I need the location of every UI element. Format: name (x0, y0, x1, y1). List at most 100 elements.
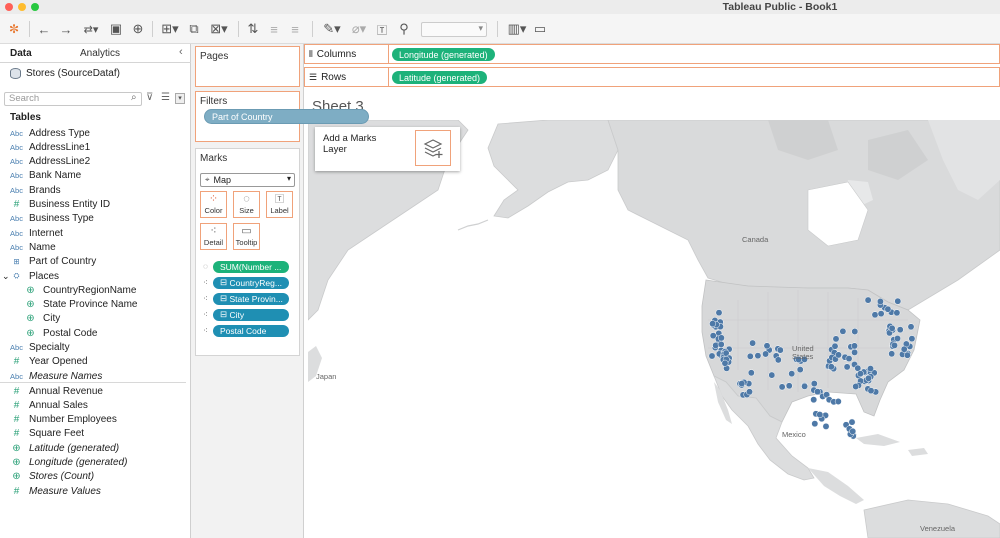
field-item[interactable]: # Year Opened (0, 355, 190, 369)
fit-dropdown[interactable] (421, 22, 487, 37)
field-item[interactable]: Abc Bank Name (0, 169, 190, 183)
field-item[interactable]: # Business Entity ID (0, 198, 190, 212)
tooltip-button[interactable]: ▭ Tooltip (233, 223, 260, 250)
store-mark[interactable] (900, 345, 908, 353)
field-item[interactable]: ⊕ State Province Name (0, 298, 190, 312)
store-mark[interactable] (835, 351, 842, 359)
mark-pill-country-region[interactable]: ⊟ CountryReg... (213, 276, 289, 289)
store-mark[interactable] (871, 311, 879, 319)
columns-pill-longitude[interactable]: Longitude (generated) (392, 48, 495, 61)
field-item[interactable]: ⊕ Longitude (generated) (0, 456, 190, 470)
store-mark[interactable] (788, 370, 796, 378)
mark-type-dropdown[interactable]: ⌖ Map (200, 173, 295, 187)
store-mark[interactable] (839, 327, 847, 335)
store-mark[interactable] (848, 418, 856, 426)
color-button[interactable]: ⁘ Color (200, 191, 227, 218)
tab-analytics[interactable]: Analytics (80, 48, 120, 59)
pages-shelf[interactable]: Pages (195, 46, 300, 87)
duplicate-sheet-icon[interactable]: ⧉ (186, 20, 202, 38)
presentation-mode-icon[interactable]: ▭ (532, 20, 548, 38)
clear-sheet-icon[interactable]: ⊠▾ (207, 20, 231, 38)
search-input[interactable]: Search (4, 92, 142, 106)
rows-pill-latitude[interactable]: Latitude (generated) (392, 71, 488, 84)
swap-rows-columns-icon[interactable]: ⇅ (245, 20, 261, 38)
store-mark[interactable] (746, 352, 754, 360)
search-icon[interactable]: ⌕ (131, 92, 137, 103)
field-item[interactable]: # Square Feet (0, 427, 190, 441)
field-item[interactable]: # Annual Revenue (0, 384, 190, 398)
pin-axes-icon[interactable]: ⚲ (396, 20, 412, 38)
store-mark[interactable] (851, 342, 858, 350)
store-mark[interactable] (801, 382, 809, 390)
add-layer-icon[interactable] (415, 130, 451, 166)
store-mark[interactable] (832, 335, 840, 343)
dragged-filter-pill[interactable]: Part of Country (204, 109, 369, 124)
store-mark[interactable] (774, 356, 782, 364)
store-mark[interactable] (864, 296, 872, 304)
filter-icon[interactable]: ⊽ (146, 92, 153, 103)
store-mark[interactable] (888, 350, 896, 358)
store-mark[interactable] (908, 335, 916, 343)
store-mark[interactable] (796, 366, 804, 374)
store-mark[interactable] (747, 369, 755, 377)
field-item[interactable]: ⊕ Postal Code (0, 326, 190, 340)
group-members-icon[interactable]: ⌀▾ (348, 20, 370, 38)
store-mark[interactable] (749, 339, 757, 347)
store-mark[interactable] (896, 326, 904, 334)
field-item[interactable]: # Annual Sales (0, 398, 190, 412)
field-item[interactable]: Abc Address Type (0, 126, 190, 140)
store-mark[interactable] (715, 309, 723, 317)
store-mark[interactable] (865, 374, 872, 382)
redo-icon[interactable]: → (58, 20, 74, 38)
new-worksheet-icon[interactable]: ⊞▾ (158, 20, 182, 38)
store-mark[interactable] (903, 351, 911, 359)
store-mark[interactable] (843, 363, 851, 371)
mark-pill-city[interactable]: ⊟ City (213, 308, 289, 321)
store-mark[interactable] (746, 388, 753, 396)
field-item[interactable]: ⊕ Stores (Count) (0, 470, 190, 484)
store-mark[interactable] (894, 335, 901, 342)
new-datasource-icon[interactable]: ⊕ (130, 20, 146, 38)
store-mark[interactable] (907, 323, 915, 331)
store-mark[interactable] (827, 363, 835, 371)
store-mark[interactable] (877, 310, 885, 318)
sort-ascending-icon[interactable]: ≡ (266, 20, 282, 38)
show-labels-icon[interactable]: 🅃 (374, 20, 390, 38)
datasource-item[interactable]: Stores (SourceDataf) (10, 68, 120, 79)
field-item[interactable]: ⊕ City (0, 312, 190, 326)
store-mark[interactable] (776, 346, 784, 354)
field-item[interactable]: Abc AddressLine2 (0, 155, 190, 169)
store-mark[interactable] (810, 380, 818, 388)
size-button[interactable]: ◌ Size (233, 191, 260, 218)
field-item[interactable]: Abc Internet (0, 226, 190, 240)
map-canvas[interactable]: Canada United States Mexico Japan Venezu… (308, 120, 1000, 538)
save-icon[interactable]: ▣ (108, 20, 124, 38)
view-list-icon[interactable]: ☰ (161, 92, 170, 103)
store-mark[interactable] (845, 355, 853, 363)
undo-icon[interactable]: ← (36, 20, 52, 38)
columns-shelf[interactable]: ⫴ Columns Longitude (generated) (304, 44, 1000, 64)
store-mark[interactable] (876, 298, 884, 305)
field-item[interactable]: Abc AddressLine1 (0, 140, 190, 154)
store-mark[interactable] (852, 383, 860, 390)
store-mark[interactable] (738, 380, 746, 388)
mark-pill-state-province[interactable]: ⊟ State Provin... (213, 292, 289, 305)
store-mark[interactable] (816, 411, 824, 419)
swap-icon[interactable]: ⇄▾ (80, 20, 102, 38)
store-mark[interactable] (851, 328, 859, 335)
collapse-pane-icon[interactable]: ‹ (179, 46, 183, 58)
field-item[interactable]: Abc Name (0, 240, 190, 254)
store-mark[interactable] (721, 359, 729, 367)
store-mark[interactable] (851, 348, 859, 356)
expand-icon[interactable]: ⌄ (2, 271, 10, 282)
store-mark[interactable] (867, 387, 875, 395)
field-item[interactable]: Abc Specialty (0, 341, 190, 355)
field-item[interactable]: Abc Brands (0, 183, 190, 197)
detail-button[interactable]: ⁖ Detail (200, 223, 227, 250)
store-mark[interactable] (768, 371, 776, 379)
mark-pill-sum-number[interactable]: SUM(Number ... (213, 260, 289, 273)
store-mark[interactable] (708, 352, 716, 360)
field-item[interactable]: ⌄ ⛭ Places (0, 269, 190, 283)
field-item[interactable]: Abc Measure Names (0, 369, 190, 383)
store-mark[interactable] (762, 350, 770, 358)
